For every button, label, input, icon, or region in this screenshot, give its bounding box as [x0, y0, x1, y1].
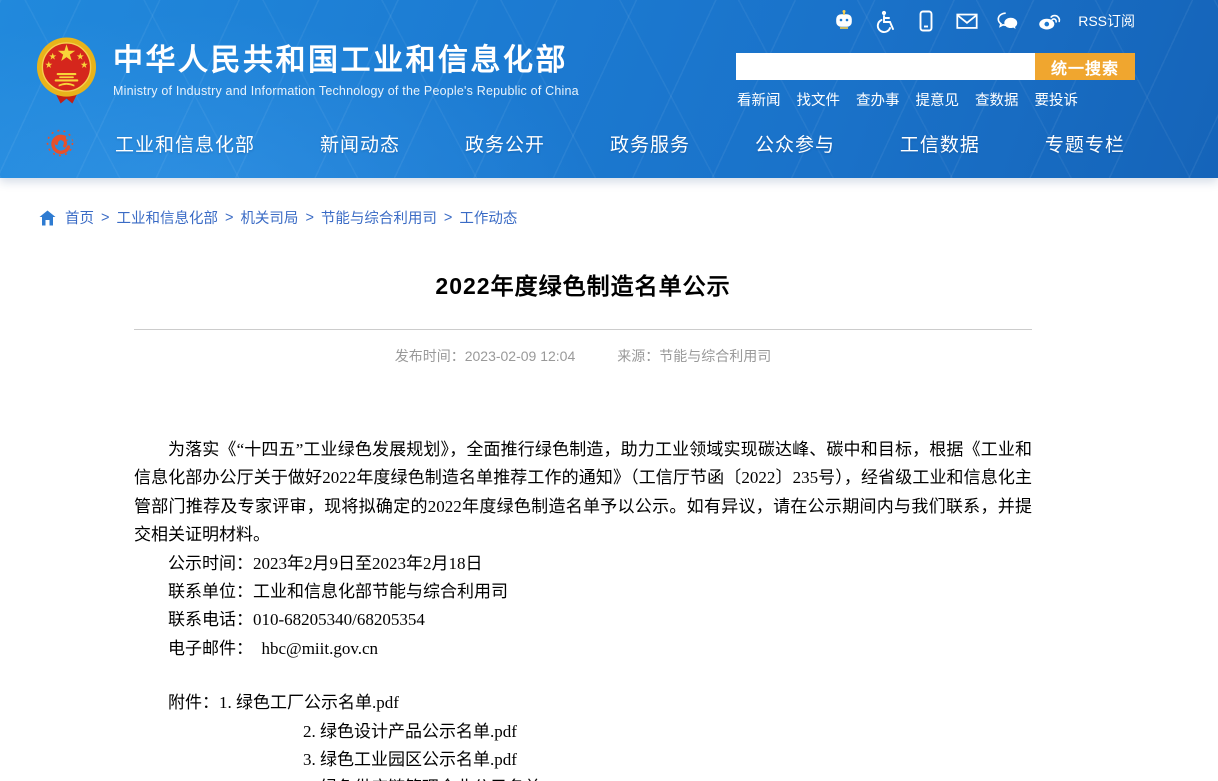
- source-value: 节能与综合利用司: [659, 348, 771, 364]
- miit-swirl-logo-icon: [44, 126, 78, 160]
- search-area: 统一搜索: [736, 53, 1135, 80]
- article: 2022年度绿色制造名单公示 发布时间：2023-02-09 12:04 来源：节…: [134, 271, 1032, 781]
- breadcrumb-separator: >: [225, 210, 233, 226]
- quick-link-suggest[interactable]: 提意见: [916, 89, 960, 110]
- search-input[interactable]: [736, 53, 1035, 80]
- mobile-icon[interactable]: [914, 9, 938, 33]
- wechat-icon[interactable]: [996, 9, 1020, 33]
- main-nav: 工业和信息化部 新闻动态 政务公开 政务服务 公众参与 工信数据 专题专栏: [115, 130, 1125, 157]
- source-label: 来源：: [617, 348, 659, 364]
- attachment-link-1[interactable]: 1. 绿色工厂公示名单.pdf: [219, 693, 399, 712]
- breadcrumb-item-miit[interactable]: 工业和信息化部: [116, 207, 218, 228]
- attachments-label: 附件：: [168, 693, 219, 712]
- site-title: 中华人民共和国工业和信息化部: [113, 44, 579, 78]
- national-emblem-icon: [35, 36, 98, 106]
- nav-item-miit[interactable]: 工业和信息化部: [115, 130, 255, 157]
- quick-link-services[interactable]: 查办事: [856, 89, 900, 110]
- accessibility-icon[interactable]: [873, 9, 897, 33]
- quick-links: 看新闻 找文件 查办事 提意见 查数据 要投诉: [737, 89, 1078, 110]
- contact-unit-line: 联系单位：工业和信息化部节能与综合利用司: [134, 578, 1032, 606]
- title-divider: [134, 329, 1032, 330]
- attachment-line-1: 附件：1. 绿色工厂公示名单.pdf: [134, 689, 1032, 717]
- topbar: RSS订阅: [832, 9, 1135, 33]
- quick-link-complaint[interactable]: 要投诉: [1035, 89, 1079, 110]
- nav-item-services[interactable]: 政务服务: [610, 130, 690, 157]
- nav-item-news[interactable]: 新闻动态: [320, 130, 400, 157]
- quick-link-files[interactable]: 找文件: [797, 89, 841, 110]
- article-paragraph: 为落实《“十四五”工业绿色发展规划》，全面推行绿色制造，助力工业领域实现碳达峰、…: [134, 436, 1032, 550]
- notice-period-line: 公示时间：2023年2月9日至2023年2月18日: [134, 550, 1032, 578]
- quick-link-data[interactable]: 查数据: [975, 89, 1019, 110]
- breadcrumb-item-energy-dept[interactable]: 节能与综合利用司: [321, 207, 437, 228]
- publish-time-label: 发布时间：: [395, 348, 465, 364]
- breadcrumb-separator: >: [305, 210, 313, 226]
- attachment-link-4[interactable]: 4. 绿色供应链管理企业公示名单.pdf: [303, 774, 1032, 781]
- nav-item-special[interactable]: 专题专栏: [1045, 130, 1125, 157]
- publish-time-value: 2023-02-09 12:04: [465, 348, 576, 364]
- breadcrumb-item-work-trends[interactable]: 工作动态: [459, 207, 517, 228]
- brand: 中华人民共和国工业和信息化部 Ministry of Industry and …: [35, 36, 579, 106]
- breadcrumb-separator: >: [444, 210, 452, 226]
- rss-link[interactable]: RSS订阅: [1078, 11, 1135, 31]
- nav-item-participation[interactable]: 公众参与: [755, 130, 835, 157]
- search-button[interactable]: 统一搜索: [1035, 53, 1135, 80]
- brand-text: 中华人民共和国工业和信息化部 Ministry of Industry and …: [113, 44, 579, 98]
- nav-item-disclosure[interactable]: 政务公开: [465, 130, 545, 157]
- breadcrumb: 首页 > 工业和信息化部 > 机关司局 > 节能与综合利用司 > 工作动态: [0, 178, 1218, 228]
- attachment-link-3[interactable]: 3. 绿色工业园区公示名单.pdf: [303, 746, 1032, 774]
- breadcrumb-home[interactable]: 首页: [65, 207, 94, 228]
- ai-assistant-icon[interactable]: [832, 9, 856, 33]
- quick-link-news[interactable]: 看新闻: [737, 89, 781, 110]
- site-subtitle: Ministry of Industry and Information Tec…: [113, 84, 579, 98]
- article-meta: 发布时间：2023-02-09 12:04 来源：节能与综合利用司: [134, 346, 1032, 366]
- article-body: 为落实《“十四五”工业绿色发展规划》，全面推行绿色制造，助力工业领域实现碳达峰、…: [134, 436, 1032, 781]
- breadcrumb-separator: >: [101, 210, 109, 226]
- contact-phone-line: 联系电话：010-68205340/68205354: [134, 606, 1032, 634]
- home-icon[interactable]: [39, 210, 56, 226]
- weibo-icon[interactable]: [1037, 9, 1061, 33]
- site-header: RSS订阅 中华人民共和国工业和信息化部 Ministry of Industr…: [0, 0, 1218, 178]
- breadcrumb-item-departments[interactable]: 机关司局: [240, 207, 298, 228]
- article-title: 2022年度绿色制造名单公示: [134, 271, 1032, 302]
- contact-email-line: 电子邮件： hbc@miit.gov.cn: [134, 635, 1032, 663]
- nav-item-data[interactable]: 工信数据: [900, 130, 980, 157]
- mail-icon[interactable]: [955, 9, 979, 33]
- attachment-link-2[interactable]: 2. 绿色设计产品公示名单.pdf: [303, 718, 1032, 746]
